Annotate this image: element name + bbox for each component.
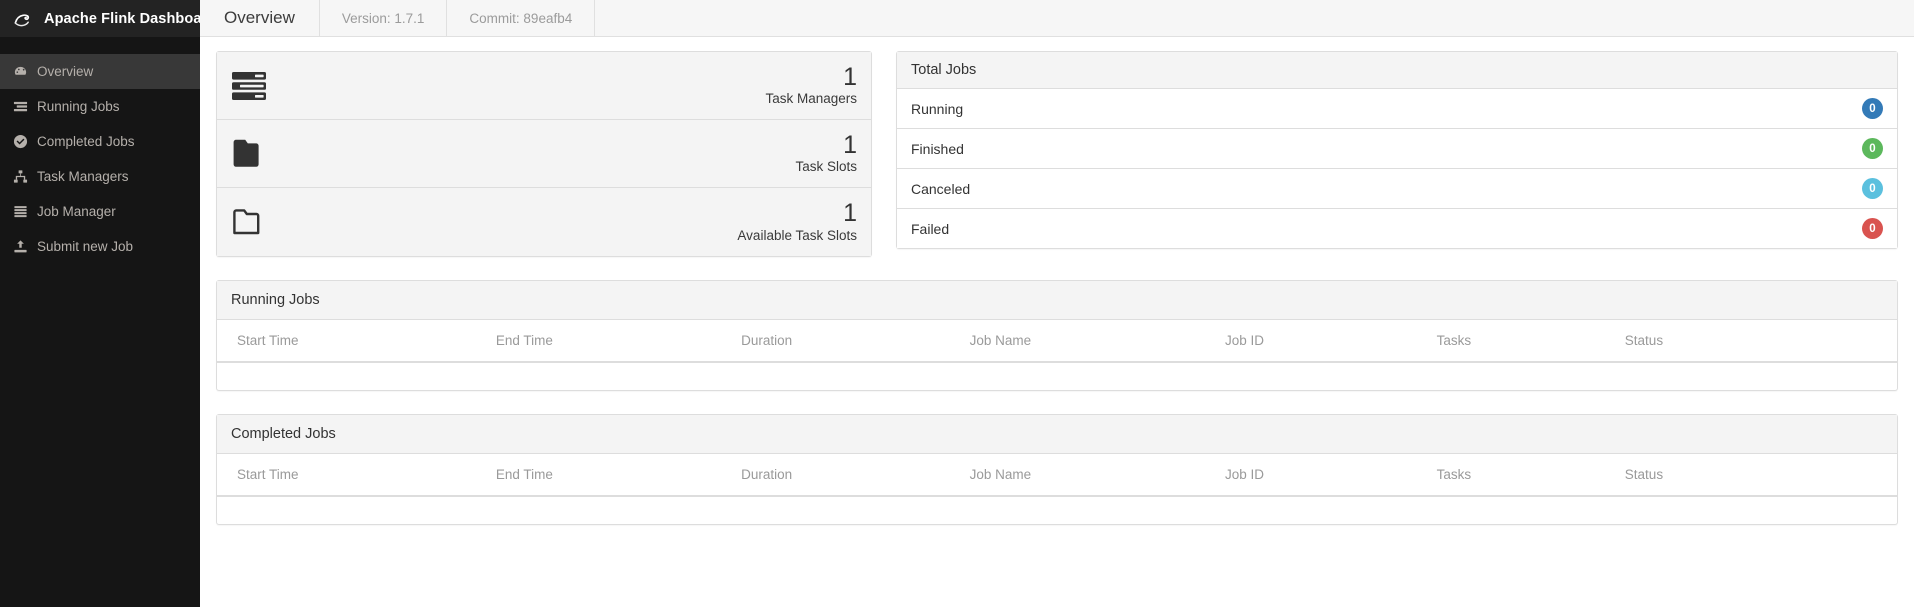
running-jobs-section: Running Jobs Start Time End Time Duratio… xyxy=(216,280,1898,391)
server-rack-icon xyxy=(231,66,271,106)
content-area: 1 Task Managers 1 xyxy=(200,37,1914,525)
completed-jobs-table-body xyxy=(217,496,1897,524)
column-header-end-time[interactable]: End Time xyxy=(496,454,741,496)
folder-solid-icon xyxy=(231,134,271,174)
overview-top-row: 1 Task Managers 1 xyxy=(216,51,1898,257)
column-header-status[interactable]: Status xyxy=(1625,454,1897,496)
sidebar-item-overview[interactable]: Overview xyxy=(0,54,200,89)
table-empty-row xyxy=(217,362,1897,390)
total-jobs-label: Running xyxy=(911,101,963,117)
stat-value: 1 xyxy=(795,132,857,158)
server-stack-icon xyxy=(12,204,28,220)
status-badge-canceled: 0 xyxy=(1862,178,1883,199)
sidebar-item-label: Completed Jobs xyxy=(37,134,135,149)
flink-squirrel-logo-icon xyxy=(12,8,34,30)
completed-jobs-section: Completed Jobs Start Time End Time Durat… xyxy=(216,414,1898,525)
upload-icon xyxy=(12,239,28,255)
table-header-row: Start Time End Time Duration Job Name Jo… xyxy=(217,320,1897,362)
stat-label: Task Managers xyxy=(765,92,857,107)
sidebar-nav: Overview Running Jobs xyxy=(0,37,200,264)
column-header-duration[interactable]: Duration xyxy=(741,320,969,362)
sidebar-item-label: Running Jobs xyxy=(37,99,120,114)
total-jobs-label: Finished xyxy=(911,141,964,157)
total-jobs-column: Total Jobs Running 0 Finished 0 Canceled… xyxy=(896,51,1898,249)
check-circle-icon xyxy=(12,134,28,150)
main-content: Overview Version: 1.7.1 Commit: 89eafb4 xyxy=(200,0,1914,607)
list-running-icon xyxy=(12,99,28,115)
total-jobs-row-canceled: Canceled 0 xyxy=(897,169,1897,209)
stat-label: Available Task Slots xyxy=(737,229,857,244)
completed-jobs-table: Start Time End Time Duration Job Name Jo… xyxy=(217,454,1897,524)
column-header-duration[interactable]: Duration xyxy=(741,454,969,496)
column-header-tasks[interactable]: Tasks xyxy=(1437,320,1625,362)
stat-card-task-slots: 1 Task Slots xyxy=(217,120,871,188)
status-badge-running: 0 xyxy=(1862,98,1883,119)
sidebar-item-job-manager[interactable]: Job Manager xyxy=(0,194,200,229)
cluster-stats-column: 1 Task Managers 1 xyxy=(216,51,872,257)
stat-value: 1 xyxy=(765,64,857,90)
sidebar-item-running-jobs[interactable]: Running Jobs xyxy=(0,89,200,124)
column-header-job-id[interactable]: Job ID xyxy=(1225,454,1437,496)
total-jobs-title: Total Jobs xyxy=(897,52,1897,89)
sidebar-item-submit-new-job[interactable]: Submit new Job xyxy=(0,229,200,264)
table-empty-row xyxy=(217,496,1897,524)
empty-cell xyxy=(217,496,1897,524)
column-header-start-time[interactable]: Start Time xyxy=(217,320,496,362)
column-header-job-name[interactable]: Job Name xyxy=(970,454,1225,496)
sidebar-item-task-managers[interactable]: Task Managers xyxy=(0,159,200,194)
sidebar-item-label: Job Manager xyxy=(37,204,116,219)
empty-cell xyxy=(217,362,1897,390)
sidebar-item-completed-jobs[interactable]: Completed Jobs xyxy=(0,124,200,159)
status-badge-finished: 0 xyxy=(1862,138,1883,159)
running-jobs-table-body xyxy=(217,362,1897,390)
stat-card-task-managers: 1 Task Managers xyxy=(217,52,871,120)
total-jobs-label: Failed xyxy=(911,221,949,237)
table-header-row: Start Time End Time Duration Job Name Jo… xyxy=(217,454,1897,496)
sitemap-icon xyxy=(12,169,28,185)
stat-card-available-task-slots: 1 Available Task Slots xyxy=(217,188,871,256)
dashboard-icon xyxy=(12,64,28,80)
total-jobs-row-failed: Failed 0 xyxy=(897,209,1897,248)
brand-header[interactable]: Apache Flink Dashboard xyxy=(0,0,200,37)
commit-label: Commit: 89eafb4 xyxy=(447,0,595,36)
total-jobs-row-running: Running 0 xyxy=(897,89,1897,129)
total-jobs-panel: Total Jobs Running 0 Finished 0 Canceled… xyxy=(896,51,1898,249)
sidebar-item-label: Overview xyxy=(37,64,93,79)
column-header-job-name[interactable]: Job Name xyxy=(970,320,1225,362)
app-root: Apache Flink Dashboard Overview xyxy=(0,0,1914,607)
total-jobs-row-finished: Finished 0 xyxy=(897,129,1897,169)
sidebar-item-label: Task Managers xyxy=(37,169,129,184)
stat-text: 1 Task Slots xyxy=(795,132,857,175)
column-header-start-time[interactable]: Start Time xyxy=(217,454,496,496)
running-jobs-title: Running Jobs xyxy=(217,281,1897,320)
column-header-status[interactable]: Status xyxy=(1625,320,1897,362)
stat-text: 1 Available Task Slots xyxy=(737,200,857,243)
completed-jobs-title: Completed Jobs xyxy=(217,415,1897,454)
column-header-job-id[interactable]: Job ID xyxy=(1225,320,1437,362)
running-jobs-table: Start Time End Time Duration Job Name Jo… xyxy=(217,320,1897,390)
version-label: Version: 1.7.1 xyxy=(320,0,448,36)
stat-value: 1 xyxy=(737,200,857,226)
page-title: Overview xyxy=(200,0,320,36)
stat-label: Task Slots xyxy=(795,160,857,175)
sidebar-item-label: Submit new Job xyxy=(37,239,133,254)
total-jobs-label: Canceled xyxy=(911,181,970,197)
cluster-stats-panel: 1 Task Managers 1 xyxy=(216,51,872,257)
topbar: Overview Version: 1.7.1 Commit: 89eafb4 xyxy=(200,0,1914,37)
column-header-end-time[interactable]: End Time xyxy=(496,320,741,362)
status-badge-failed: 0 xyxy=(1862,218,1883,239)
brand-title: Apache Flink Dashboard xyxy=(44,11,200,27)
stat-text: 1 Task Managers xyxy=(765,64,857,107)
sidebar: Apache Flink Dashboard Overview xyxy=(0,0,200,607)
column-header-tasks[interactable]: Tasks xyxy=(1437,454,1625,496)
folder-open-icon xyxy=(231,202,271,242)
